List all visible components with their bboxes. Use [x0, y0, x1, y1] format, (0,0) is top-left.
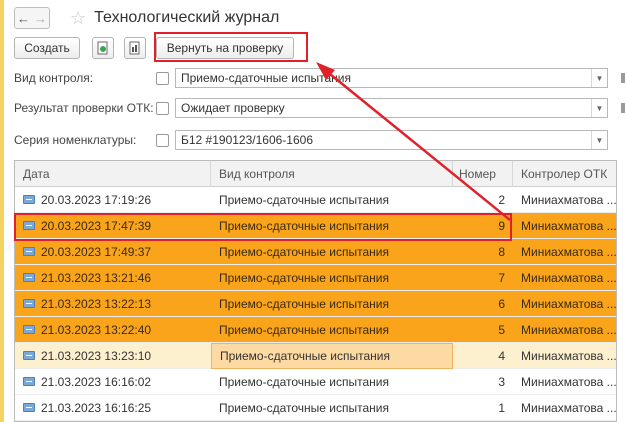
cell-controller: Миниахматова ... — [521, 323, 616, 337]
cell-control-type: Приемо-сдаточные испытания — [219, 375, 389, 389]
chevron-down-icon[interactable]: ▼ — [591, 99, 607, 117]
filter-checkbox[interactable] — [156, 133, 169, 147]
date-text: 21.03.2023 13:22:40 — [41, 323, 152, 337]
row-highlight — [14, 213, 512, 241]
document-icon — [23, 351, 35, 361]
filter-row-control-type: Вид контроля: Приемо-сдаточные испытания… — [14, 68, 608, 88]
control-type-select[interactable]: Приемо-сдаточные испытания ▼ — [175, 68, 608, 88]
document-icon — [23, 403, 35, 413]
chevron-down-icon[interactable]: ▼ — [591, 131, 607, 149]
date-text: 21.03.2023 16:16:25 — [41, 401, 152, 415]
left-accent-strip — [0, 0, 4, 422]
document-icon — [23, 377, 35, 387]
clipped-field-marker — [621, 103, 625, 113]
return-button-highlight — [154, 32, 308, 62]
cell-date: 21.03.2023 16:16:25 — [15, 395, 211, 421]
create-button[interactable]: Создать — [14, 37, 80, 59]
cell-number: 8 — [498, 245, 505, 259]
report-button[interactable] — [124, 37, 146, 59]
cell-controller: Миниахматова ... — [521, 193, 616, 207]
select-value: Приемо-сдаточные испытания — [181, 71, 351, 85]
select-value: Б12 #190123/1606-1606 — [181, 133, 313, 147]
cell-control-type: Приемо-сдаточные испытания — [219, 401, 389, 415]
date-text: 20.03.2023 17:19:26 — [41, 193, 152, 207]
cell-controller: Миниахматова ... — [521, 219, 616, 233]
copy-document-icon — [97, 41, 108, 55]
table-header: Дата Вид контроля Номер Контролер ОТК — [15, 161, 616, 187]
nav-buttons: ← → — [14, 7, 50, 29]
report-icon — [129, 41, 140, 55]
table-row[interactable]: 21.03.2023 16:16:25 Приемо-сдаточные испы… — [15, 395, 616, 421]
document-icon — [23, 325, 35, 335]
document-icon — [23, 195, 35, 205]
cell-control-type: Приемо-сдаточные испытания — [211, 343, 453, 369]
cell-number: 2 — [498, 193, 505, 207]
filter-label: Результат проверки ОТК: — [14, 101, 154, 115]
cell-control-type: Приемо-сдаточные испытания — [219, 297, 389, 311]
date-text: 21.03.2023 13:21:46 — [41, 271, 152, 285]
filter-row-series: Серия номенклатуры: Б12 #190123/1606-160… — [14, 130, 608, 150]
clipped-field-marker — [621, 73, 625, 83]
cell-controller: Миниахматова ... — [521, 401, 616, 415]
cell-date: 21.03.2023 13:21:46 — [15, 265, 211, 291]
cell-number: 4 — [498, 349, 505, 363]
date-text: 21.03.2023 13:22:13 — [41, 297, 152, 311]
cell-controller: Миниахматова ... — [521, 297, 616, 311]
table-row[interactable]: 21.03.2023 13:22:13 Приемо-сдаточные испы… — [15, 291, 616, 317]
cell-control-type: Приемо-сдаточные испытания — [219, 193, 389, 207]
column-header-number[interactable]: Номер — [453, 161, 513, 187]
date-text: 21.03.2023 16:16:02 — [41, 375, 152, 389]
table-row[interactable]: 20.03.2023 17:49:37 Приемо-сдаточные испы… — [15, 239, 616, 265]
cell-control-type: Приемо-сдаточные испытания — [219, 323, 389, 337]
cell-controller: Миниахматова ... — [521, 245, 616, 259]
document-icon — [23, 247, 35, 257]
table-row[interactable]: 21.03.2023 16:16:02 Приемо-сдаточные испы… — [15, 369, 616, 395]
document-icon — [23, 299, 35, 309]
date-text: 20.03.2023 17:49:37 — [41, 245, 152, 259]
page-title: Технологический журнал — [94, 9, 280, 26]
document-icon — [23, 273, 35, 283]
cell-control-type: Приемо-сдаточные испытания — [219, 245, 389, 259]
cell-number: 3 — [498, 375, 505, 389]
cell-number: 5 — [498, 323, 505, 337]
forward-arrow-icon[interactable]: → — [34, 11, 47, 26]
filter-checkbox[interactable] — [156, 101, 169, 115]
cell-date: 21.03.2023 13:22:40 — [15, 317, 211, 343]
cell-controller: Миниахматова ... — [521, 349, 616, 363]
cell-controller: Миниахматова ... — [521, 375, 616, 389]
column-header-controller[interactable]: Контролер ОТК — [513, 161, 616, 187]
cell-number: 7 — [498, 271, 505, 285]
chevron-down-icon[interactable]: ▼ — [591, 69, 607, 87]
cell-date: 20.03.2023 17:19:26 — [15, 187, 211, 213]
series-select[interactable]: Б12 #190123/1606-1606 ▼ — [175, 130, 608, 150]
title-bar: ← → ☆ Технологический журнал — [14, 6, 279, 30]
cell-date: 21.03.2023 13:23:10 — [15, 343, 211, 369]
select-value: Ожидает проверку — [181, 101, 285, 115]
copy-document-button[interactable] — [92, 37, 114, 59]
filter-row-check-result: Результат проверки ОТК: Ожидает проверку… — [14, 98, 608, 118]
date-text: 21.03.2023 13:23:10 — [41, 349, 152, 363]
cell-number: 1 — [498, 401, 505, 415]
cell-date: 21.03.2023 16:16:02 — [15, 369, 211, 395]
cell-controller: Миниахматова ... — [521, 271, 616, 285]
cell-control-type: Приемо-сдаточные испытания — [219, 271, 389, 285]
column-header-date[interactable]: Дата — [15, 161, 211, 187]
table-row[interactable]: 20.03.2023 17:19:26 Приемо-сдаточные испы… — [15, 187, 616, 213]
journal-table: Дата Вид контроля Номер Контролер ОТК 20… — [14, 160, 617, 422]
table-row[interactable]: 21.03.2023 13:22:40 Приемо-сдаточные испы… — [15, 317, 616, 343]
back-arrow-icon[interactable]: ← — [17, 11, 30, 26]
filter-label: Вид контроля: — [14, 71, 94, 85]
check-result-select[interactable]: Ожидает проверку ▼ — [175, 98, 608, 118]
cell-date: 21.03.2023 13:22:13 — [15, 291, 211, 317]
cell-date: 20.03.2023 17:49:37 — [15, 239, 211, 265]
table-row[interactable]: 21.03.2023 13:23:10 Приемо-сдаточные испы… — [15, 343, 616, 369]
favorite-star-icon[interactable]: ☆ — [70, 9, 86, 27]
filter-label: Серия номенклатуры: — [14, 133, 137, 147]
column-header-control-type[interactable]: Вид контроля — [211, 161, 453, 187]
filter-checkbox[interactable] — [156, 71, 169, 85]
table-row[interactable]: 21.03.2023 13:21:46 Приемо-сдаточные испы… — [15, 265, 616, 291]
cell-number: 6 — [498, 297, 505, 311]
